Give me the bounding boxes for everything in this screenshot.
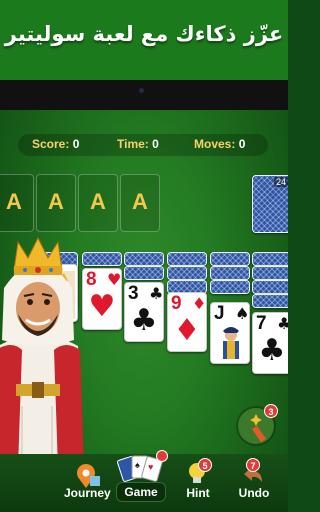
foundation-label: A (90, 189, 106, 214)
card-suit-small: ♦ (192, 294, 207, 313)
card-suit-large: ♦ (173, 313, 201, 348)
game-screen: عزّز ذكاءك مع لعبة سوليتير Score: 0 Time… (0, 0, 288, 512)
banner-title: عزّز ذكاءك مع لعبة سوليتير (4, 22, 284, 46)
tableau-5-card[interactable]: J ♠ (210, 302, 250, 364)
score-stat: Score: 0 (32, 137, 79, 151)
tableau-3-card[interactable]: 3 ♣ ♣ (124, 282, 164, 342)
foundation-label: A (48, 189, 64, 214)
time-stat: Time: 0 (117, 137, 159, 151)
moves-label: Moves: (194, 137, 236, 151)
card-suit-large: ♣ (130, 303, 158, 338)
tableau-6-card[interactable]: 7 ♣ ♣ (252, 312, 288, 374)
foundation-pile-4[interactable]: A (120, 174, 160, 232)
tableau-6-facedown-card (252, 280, 288, 294)
game-notification-dot (156, 450, 168, 462)
undo-label[interactable]: Undo (234, 486, 274, 500)
tableau-5-facedown-card (210, 266, 250, 280)
stock-count: 24 (274, 177, 288, 187)
card-rank: 7 (256, 313, 267, 334)
card-suit-large: ♥ (88, 289, 116, 324)
card-rank: J (214, 303, 225, 324)
moves-stat: Moves: 0 (194, 137, 245, 151)
tableau-4-card[interactable]: 9 ♦ ♦ (167, 292, 207, 352)
moves-value: 0 (238, 137, 246, 151)
tableau-6-facedown-card (252, 252, 288, 266)
card-suit-small: ♥ (107, 270, 122, 289)
hint-badge: 5 (198, 458, 212, 472)
foundation-label: A (132, 189, 148, 214)
hint-label[interactable]: Hint (178, 486, 218, 500)
score-value: 0 (72, 137, 80, 151)
tableau-5-facedown-card (210, 280, 250, 294)
foundation-pile-2[interactable]: A (36, 174, 76, 232)
card-rank: 9 (171, 293, 182, 314)
tableau-3-facedown-card (124, 252, 164, 266)
foundation-label: A (6, 189, 22, 214)
journey-button[interactable] (74, 462, 102, 488)
tableau-6-facedown-card (252, 266, 288, 280)
card-rank: 8 (86, 269, 97, 290)
tableau-2-facedown-card (82, 252, 122, 266)
jack-character-icon (223, 327, 239, 359)
tableau-3-facedown-card (124, 266, 164, 280)
tableau-6-facedown-card (252, 294, 288, 308)
tableau-4-facedown-card (167, 252, 207, 266)
score-label: Score: (32, 137, 70, 151)
wand-badge: 3 (264, 404, 278, 418)
foundation-pile-3[interactable]: A (78, 174, 118, 232)
svg-text:♥: ♥ (148, 462, 153, 472)
card-suit-small: ♣ (149, 284, 164, 303)
undo-badge: 7 (246, 458, 260, 472)
card-suit-large: ♣ (258, 333, 286, 368)
svg-text:♠: ♠ (135, 460, 140, 470)
map-icon (77, 464, 100, 488)
tableau-4-facedown-card (167, 266, 207, 280)
card-suit-small: ♣ (277, 315, 288, 333)
game-label[interactable]: Game (116, 485, 166, 499)
stats-bar: Score: 0 Time: 0 Moves: 0 (18, 134, 268, 156)
card-rank: 3 (128, 283, 139, 304)
time-value: 0 (152, 137, 159, 151)
time-label: Time: (117, 137, 149, 151)
device-notch-bar (0, 80, 288, 110)
tableau-2-card[interactable]: 8 ♥ ♥ (82, 268, 122, 330)
journey-label[interactable]: Journey (64, 486, 111, 500)
foundation-pile-1[interactable]: A (0, 174, 34, 232)
camera-dot (139, 88, 144, 93)
card-suit-small: ♠ (235, 304, 250, 323)
promo-banner: عزّز ذكاءك مع لعبة سوليتير (0, 0, 288, 80)
tableau-5-facedown-card (210, 252, 250, 266)
